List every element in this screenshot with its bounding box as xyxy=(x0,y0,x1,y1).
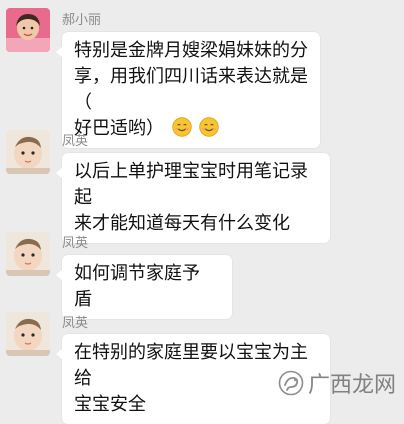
message-line: 以后上单护理宝宝时用笔记录起 xyxy=(74,161,308,208)
sender-name: 郝小丽 xyxy=(62,13,102,28)
message-line: 享，用我们四川话来表达就是（ xyxy=(74,66,308,113)
message-bubble[interactable]: 以后上单护理宝宝时用笔记录起 来才能知道每天有什么变化 xyxy=(56,153,330,243)
message-bubble[interactable]: 如何调节家庭予 盾 xyxy=(56,255,232,319)
sender-avatar[interactable] xyxy=(6,312,50,356)
smiling-face-icon xyxy=(172,117,192,137)
baby-photo-avatar-icon xyxy=(6,232,50,276)
watermark-text: 广西龙网 xyxy=(307,373,396,398)
sender-name: 凤英 xyxy=(62,236,89,251)
sender-avatar[interactable] xyxy=(6,130,50,174)
smiling-face-icon xyxy=(199,117,220,137)
message-line-with-emoji: 好巴适哟） xyxy=(74,116,310,142)
sender-avatar[interactable] xyxy=(6,8,50,52)
sender-avatar[interactable] xyxy=(6,232,50,276)
sender-name: 凤英 xyxy=(62,316,89,331)
sender-name: 凤英 xyxy=(62,134,89,149)
watermark: 广西龙网 xyxy=(278,367,396,399)
message-line: 如何调节家庭予 盾 xyxy=(74,263,200,310)
message-line: 来才能知道每天有什么变化 xyxy=(74,213,290,234)
message-bubble[interactable]: 特别是金牌月嫂梁娟妹妹的分 享，用我们四川话来表达就是（ 好巴适哟） xyxy=(56,32,320,148)
baby-photo-avatar-icon xyxy=(6,130,50,174)
message-line: 特别是金牌月嫂梁娟妹妹的分 xyxy=(74,40,308,61)
baby-photo-avatar-icon xyxy=(6,312,50,356)
woman-photo-avatar-icon xyxy=(6,8,50,52)
guangxi-longwang-logo-icon xyxy=(278,370,304,396)
